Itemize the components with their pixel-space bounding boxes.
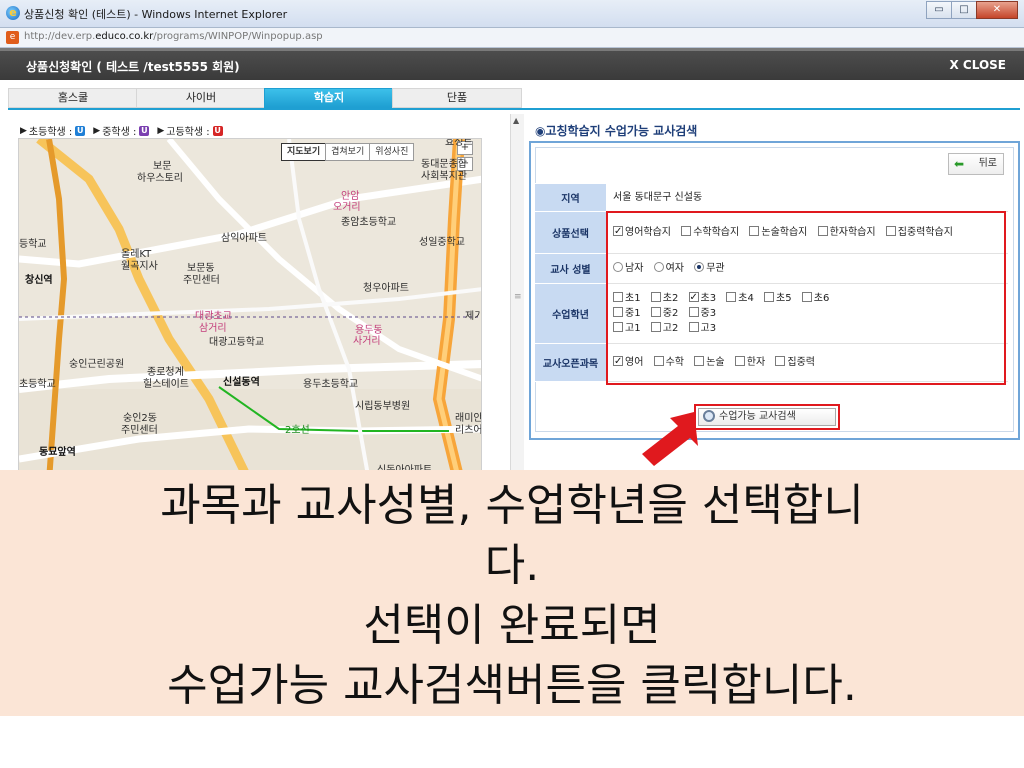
map-label: 리츠어 [455,425,482,436]
search-button-label: 수업가능 교사검색 [719,411,796,422]
elementary-marker-icon: U [75,125,86,136]
middle-marker-icon: U [139,125,150,136]
map-label: 사회복지관 [421,171,467,182]
map-label: 보문 [153,161,172,172]
high-marker-icon: U [212,125,223,136]
legend-elementary: 초등학생 : [28,127,73,138]
region-label: 지역 [534,183,607,212]
map-label: 종암초등학교 [341,217,397,228]
search-panel-title: ◉고칭학습지 수업가능 교사검색 [535,124,698,138]
subject-label: 교사오픈과목 [534,343,607,382]
browser-title: 상품신청 확인 (테스트) - Windows Internet Explore… [24,8,288,21]
search-button-highlight: 수업가능 교사검색 [694,404,840,430]
instruction-caption: 과목과 교사성별, 수업학년을 선택합니 다. 선택이 완료되면 수업가능 교사… [0,476,1024,716]
product-label: 상품선택 [534,211,607,254]
close-popup-link[interactable]: X CLOSE [950,58,1007,72]
url-path: /programs/WINPOP/Winpopup.asp [153,31,323,42]
map-label: 시립동부병원 [355,401,411,412]
site-favicon-icon: e [6,31,19,44]
screen: e 상품신청 확인 (테스트) - Windows Internet Explo… [0,0,1024,768]
map-label: 등학교 [19,239,47,250]
map-label: 효성트 [445,138,473,148]
map-view-button[interactable]: 지도보기 [281,143,327,161]
map-label: 삼익아파트 [221,233,267,244]
map-label: 초등학교 [19,379,56,390]
map-label: 사거리 [353,336,381,347]
map-label: 주민센터 [183,275,220,286]
scroll-up-icon[interactable]: ▲ [513,116,519,125]
map-label: 대광고등학교 [209,337,265,348]
url-domain: educo.co.kr [95,31,154,42]
map-label: 숭인2동 [123,413,157,424]
overlay-view-button[interactable]: 겹쳐보기 [325,143,371,161]
form-row-region: 지역 서울 동대문구 신설동 [534,183,1008,212]
minimize-button[interactable]: ▭ [926,1,952,19]
map-label: 숭인근린공원 [69,359,125,370]
tab-single-item[interactable]: 단품 [392,88,522,108]
back-button[interactable]: ⬅ 뒤로 [948,153,1004,175]
map-label: 래미안 [455,413,482,424]
triangle-icon: ▶ [157,125,165,136]
map-label: 동대문종합 [421,159,467,170]
tab-underline [8,108,1020,110]
map-label: 월곡지사 [121,261,158,272]
map-label: 청우아파트 [363,283,409,294]
scroll-grip-icon[interactable]: ≡ [514,292,522,302]
legend-middle: 중학생 : [102,127,137,138]
map-label: 제기 [465,311,482,322]
tab-worksheet[interactable]: 학습지 [264,88,394,108]
map-label: 2호선 [285,425,310,436]
popup-title: 상품신청확인 ( 테스트 /test5555 회원) [26,60,240,74]
map-label: 종로청계 [147,367,184,378]
url-prefix: http://dev.erp. [24,31,96,42]
caption-line: 선택이 완료되면 [363,600,661,651]
back-arrow-icon: ⬅ [954,157,965,171]
map-label: 보문동 [187,263,215,274]
map-label: 올레KT [121,249,152,260]
teacher-search-button[interactable]: 수업가능 교사검색 [698,408,836,426]
back-button-label: 뒤로 [978,158,997,169]
school-legend: ▶ 초등학생 : U ▶ 중학생 : U ▶ 고등학생 : U [20,123,231,138]
product-tabs: 홈스쿨 사이버 학습지 단품 [8,88,522,108]
map-label: 삼거리 [199,323,227,334]
caption-line: 다. [484,540,540,591]
caption-line: 수업가능 교사검색버튼을 클릭합니다. [167,660,857,711]
pointer-arrow-icon [642,412,698,466]
map-label: 동묘앞역 [39,447,76,458]
map-type-switch: 지도보기 겹쳐보기 위성사진 [281,143,415,161]
close-window-button[interactable]: ✕ [976,1,1018,19]
browser-titlebar: e 상품신청 확인 (테스트) - Windows Internet Explo… [0,0,1024,28]
legend-high: 고등학생 : [166,127,210,138]
internet-explorer-icon: e [6,6,20,20]
triangle-icon: ▶ [93,125,101,136]
url-text[interactable]: http://dev.erp.educo.co.kr/programs/WINP… [24,31,323,42]
map-view[interactable]: 지도보기 겹쳐보기 위성사진 + − 보문 하우스토리 동대문종합 사회복지관 … [18,138,482,480]
map-label: 신설동역 [223,377,260,388]
map-label: 대광초교 [195,311,232,322]
map-label: 하우스토리 [137,173,183,184]
map-label: 힐스테이트 [143,379,189,390]
region-value: 서울 동대문구 신설동 [606,183,1008,212]
map-label: 오거리 [333,202,361,213]
satellite-view-button[interactable]: 위성사진 [369,143,415,161]
popup-header: 상품신청확인 ( 테스트 /test5555 회원) X CLOSE [0,48,1024,80]
vertical-scrollbar[interactable]: ▲ ≡ [510,114,524,480]
tab-homeschool[interactable]: 홈스쿨 [8,88,138,108]
tab-cyber[interactable]: 사이버 [136,88,266,108]
map-label: 창신역 [25,275,53,286]
address-bar[interactable]: e http://dev.erp.educo.co.kr/programs/WI… [0,28,1024,48]
grade-label: 수업학년 [534,283,607,344]
map-roads [19,139,481,479]
map-label: 주민센터 [121,425,158,436]
maximize-button[interactable]: □ [951,1,977,19]
options-highlight-box [606,211,1006,385]
map-label: 용두초등학교 [303,379,359,390]
map-label: 성일중학교 [419,237,465,248]
triangle-icon: ▶ [20,125,27,136]
window-buttons: ▭ □ ✕ [926,1,1018,19]
gender-label: 교사 성별 [534,253,607,284]
caption-line: 과목과 교사성별, 수업학년을 선택합니 [160,480,864,531]
